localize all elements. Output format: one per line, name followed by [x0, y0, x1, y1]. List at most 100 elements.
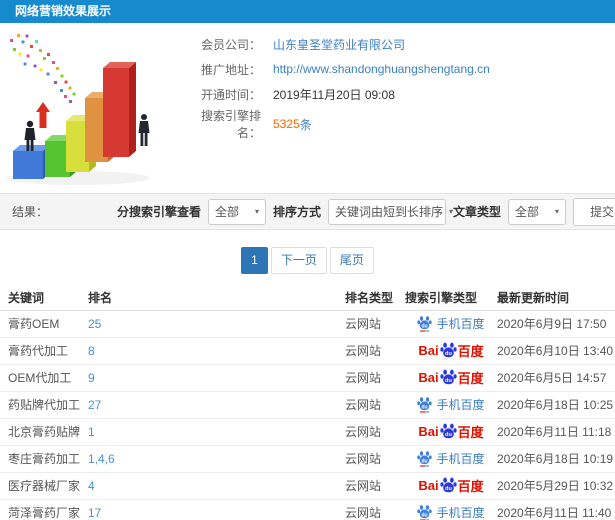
header-rank-type: 排名类型	[345, 285, 405, 311]
engine-rank-label: 搜索引擎排名：	[200, 109, 261, 140]
rank-type-cell: 云网站	[345, 418, 405, 446]
rank-type-cell: 云网站	[345, 337, 405, 365]
updated-cell: 2020年6月18日 10:25	[497, 391, 615, 419]
rank-link[interactable]: 1,4,6	[88, 452, 115, 466]
updated-cell: 2020年6月11日 11:40	[497, 499, 615, 520]
engine-type-cell: du 手机百度	[405, 445, 497, 473]
keyword-cell: 北京膏药贴牌	[0, 418, 88, 446]
results-table-body: 膏药OEM 25 云网站 du 手机百度 2020年6月9日 17:50 膏药代…	[0, 310, 615, 520]
open-time-label: 开通时间：	[200, 87, 261, 102]
keyword-cell: OEM代加工	[0, 364, 88, 392]
promo-url-link[interactable]: http://www.shandonghuangshengtang.cn	[273, 62, 490, 76]
baidu-paw-icon: du	[417, 316, 433, 332]
svg-text:du: du	[422, 323, 428, 329]
baidu-mobile-badge: du 手机百度	[417, 450, 485, 467]
result-label: 结果：	[12, 205, 49, 219]
baidu-paw-icon: du	[439, 423, 457, 439]
rank-link[interactable]: 4	[88, 479, 95, 493]
engine-select[interactable]: 全部 ▾	[207, 198, 266, 225]
promo-url-label: 推广地址：	[200, 62, 261, 77]
info-row-company: 会员公司： 山东皇圣堂药业有限公司	[183, 36, 490, 53]
engine-type-cell: du 手机百度	[405, 310, 497, 338]
table-row: 医疗器械厂家 4 云网站 Bai du 百度 2020年5月29日 10:32	[0, 472, 615, 500]
baidu-pc-badge: Bai du 百度	[418, 422, 484, 441]
engine-type-cell: Bai du 百度	[405, 337, 497, 365]
svg-text:du: du	[445, 486, 452, 492]
baidu-wordmark-cn: 百度	[457, 371, 484, 386]
baidu-wordmark-cn: 百度	[457, 479, 484, 494]
engine-type-cell: Bai du 百度	[405, 418, 497, 446]
company-label: 会员公司：	[200, 37, 261, 52]
updated-cell: 2020年6月9日 17:50	[497, 310, 615, 338]
baidu-paw-icon: du	[439, 342, 457, 358]
baidu-paw-icon: du	[417, 505, 433, 520]
table-row: 膏药代加工 8 云网站 Bai du 百度 2020年6月10日 13:40	[0, 337, 615, 365]
svg-text:du: du	[422, 404, 428, 410]
baidu-pc-badge: Bai du 百度	[418, 368, 484, 387]
bar-chart-illustration	[6, 34, 150, 185]
article-type-label: 文章类型	[452, 205, 501, 219]
rank-link[interactable]: 25	[88, 317, 101, 331]
engine-type-cell: Bai du 百度	[405, 472, 497, 500]
member-company-link[interactable]: 山东皇圣堂药业有限公司	[273, 36, 405, 53]
svg-text:du: du	[445, 378, 452, 384]
baidu-wordmark-bai: Bai	[418, 343, 439, 358]
rank-link[interactable]: 27	[88, 398, 101, 412]
baidu-wordmark-cn: 百度	[457, 344, 484, 359]
engine-filter-label: 分搜索引擎查看	[116, 205, 201, 219]
baidu-wordmark-cn: 百度	[457, 425, 484, 440]
header-engine-type: 搜索引擎类型	[405, 285, 497, 311]
keyword-cell: 膏药代加工	[0, 337, 88, 365]
rank-type-cell: 云网站	[345, 499, 405, 520]
article-type-select-value: 全部	[514, 205, 539, 219]
baidu-wordmark-bai: Bai	[418, 370, 439, 385]
growth-arrow-icon	[36, 102, 50, 128]
svg-text:du: du	[422, 458, 428, 464]
page-button-next[interactable]: 下一页	[270, 247, 327, 274]
baidu-mobile-label: 手机百度	[436, 506, 485, 520]
baidu-mobile-badge: du 手机百度	[417, 396, 485, 413]
table-row: 北京膏药贴牌 1 云网站 Bai du 百度 2020年6月11日 11:18	[0, 418, 615, 446]
baidu-mobile-badge: du 手机百度	[417, 504, 485, 520]
engine-type-cell: du 手机百度	[405, 499, 497, 520]
pagination: 1 下一页 尾页	[0, 247, 615, 274]
keyword-cell: 药贴牌代加工	[0, 391, 88, 419]
header-keyword: 关键词	[0, 285, 88, 311]
sort-select[interactable]: 关键词由短到长排序 ▾	[327, 198, 453, 225]
baidu-paw-icon: du	[417, 397, 433, 413]
engine-select-value: 全部	[214, 205, 239, 219]
filter-bar: 结果： 分搜索引擎查看 全部 ▾ 排序方式 关键词由短到长排序 ▾ 文章类型 全…	[0, 193, 615, 230]
submit-button[interactable]: 提交	[572, 197, 615, 226]
engine-rank-count: 5325	[273, 117, 300, 131]
engine-rank-count-suffix[interactable]: 条	[300, 116, 312, 133]
baidu-pc-badge: Bai du 百度	[418, 341, 484, 360]
updated-cell: 2020年6月11日 11:18	[497, 418, 615, 446]
info-row-url: 推广地址： http://www.shandonghuangshengtang.…	[183, 62, 490, 77]
header-rank: 排名	[88, 285, 345, 311]
rank-link[interactable]: 17	[88, 506, 101, 520]
updated-cell: 2020年5月29日 10:32	[497, 472, 615, 500]
rank-type-cell: 云网站	[345, 391, 405, 419]
table-row: 药贴牌代加工 27 云网站 du 手机百度 2020年6月18日 10:25	[0, 391, 615, 419]
baidu-paw-icon: du	[439, 369, 457, 385]
engine-type-cell: du 手机百度	[405, 391, 497, 419]
page-button-current[interactable]: 1	[241, 247, 268, 274]
sort-filter-label: 排序方式	[272, 205, 321, 219]
svg-text:du: du	[445, 432, 452, 438]
baidu-wordmark-bai: Bai	[418, 478, 439, 493]
svg-text:du: du	[445, 351, 452, 357]
rank-link[interactable]: 1	[88, 425, 95, 439]
keyword-cell: 菏泽膏药厂家	[0, 499, 88, 520]
member-info-panel: 会员公司： 山东皇圣堂药业有限公司 推广地址： http://www.shand…	[183, 37, 490, 142]
businessman-right	[138, 114, 150, 146]
header-updated-time: 最新更新时间	[497, 285, 615, 311]
table-row: 枣庄膏药加工 1,4,6 云网站 du 手机百度 2020年6月18日 10:1…	[0, 445, 615, 473]
chevron-down-icon: ▾	[554, 207, 559, 216]
filter-controls: 分搜索引擎查看 全部 ▾ 排序方式 关键词由短到长排序 ▾ 文章类型 全部 ▾ …	[116, 197, 615, 226]
keyword-cell: 枣庄膏药加工	[0, 445, 88, 473]
article-type-select[interactable]: 全部 ▾	[507, 198, 566, 225]
rank-link[interactable]: 9	[88, 371, 95, 385]
page-button-last[interactable]: 尾页	[329, 247, 374, 274]
rank-link[interactable]: 8	[88, 344, 95, 358]
baidu-paw-icon: du	[439, 477, 457, 493]
